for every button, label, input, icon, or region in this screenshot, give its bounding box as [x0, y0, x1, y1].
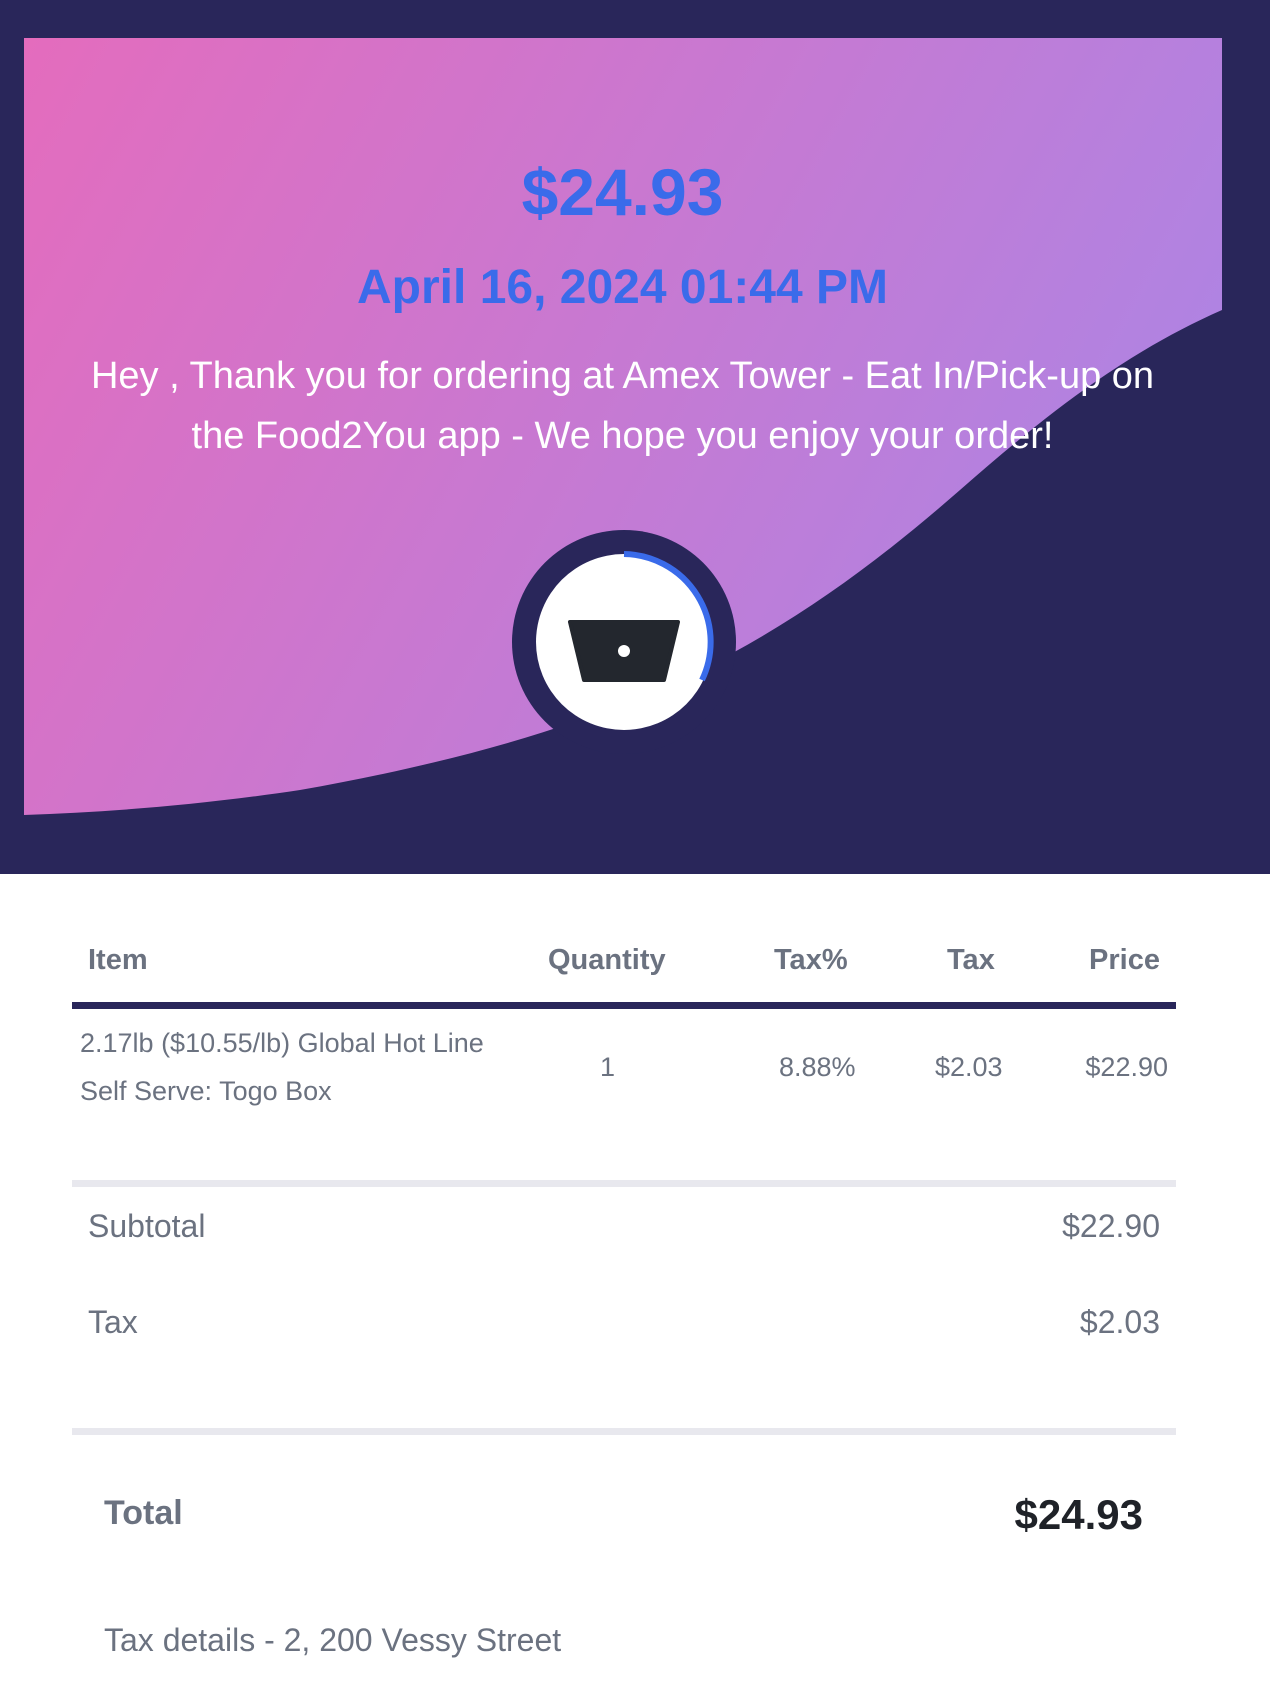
table-header: Item Quantity Tax% Tax Price [72, 920, 1176, 1009]
togo-box-icon [536, 551, 714, 730]
column-header-tax-percent: Tax% [774, 944, 848, 976]
receipt-header: $24.93 April 16, 2024 01:44 PM Hey , Tha… [0, 0, 1270, 874]
order-items-table: Item Quantity Tax% Tax Price 2.17lb ($10… [72, 920, 1176, 1177]
column-header-quantity: Quantity [548, 944, 666, 976]
tax-details: Tax details - 2, 200 Vessy Street [104, 1622, 562, 1658]
total-label: Total [104, 1494, 183, 1532]
item-description: 2.17lb ($10.55/lb) Global Hot Line Self … [80, 1019, 484, 1115]
subtotal-value: $22.90 [1062, 1208, 1160, 1244]
item-tax: $2.03 [935, 1052, 1003, 1082]
column-header-tax: Tax [947, 944, 995, 976]
order-amount: $24.93 [521, 155, 724, 229]
divider [72, 1428, 1176, 1435]
tax-label: Tax [88, 1304, 138, 1340]
total-value: $24.93 [1014, 1491, 1143, 1538]
item-option-line: Self Serve: Togo Box [80, 1076, 332, 1106]
thank-you-message: Hey , Thank you for ordering at Amex Tow… [90, 355, 1155, 457]
order-badge [512, 530, 736, 754]
subtotal-label: Subtotal [88, 1208, 206, 1244]
column-header-price: Price [1089, 944, 1160, 976]
item-quantity: 1 [600, 1052, 616, 1082]
order-datetime: April 16, 2024 01:44 PM [357, 261, 888, 314]
item-name-line: 2.17lb ($10.55/lb) Global Hot Line [80, 1028, 484, 1058]
table-row: 2.17lb ($10.55/lb) Global Hot Line Self … [72, 1009, 1176, 1177]
item-price: $22.90 [1085, 1052, 1168, 1082]
tax-value: $2.03 [1079, 1304, 1160, 1340]
column-header-item: Item [88, 944, 148, 976]
item-tax-percent: 8.88% [779, 1052, 856, 1082]
divider [72, 1180, 1176, 1187]
